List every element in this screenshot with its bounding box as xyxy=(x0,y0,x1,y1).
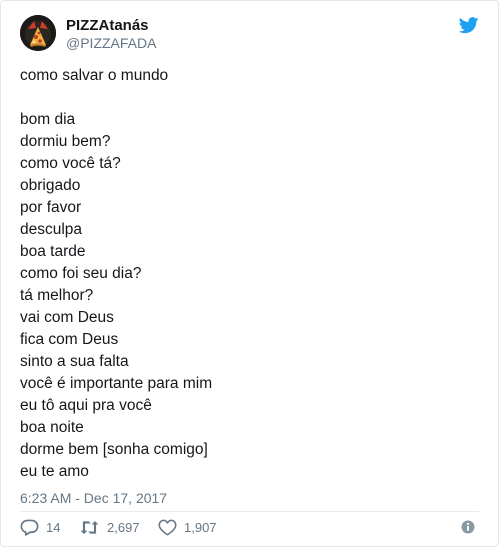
twitter-bird-icon[interactable] xyxy=(458,17,479,34)
like-button[interactable]: 1,907 xyxy=(158,517,217,537)
avatar[interactable] xyxy=(20,15,56,51)
like-count: 1,907 xyxy=(184,519,217,535)
tweet-header: PIZZAtanás @PIZZAFADA xyxy=(20,15,479,55)
reply-icon xyxy=(20,519,39,536)
tweet-card: PIZZAtanás @PIZZAFADA como salvar o mund… xyxy=(0,0,499,547)
reply-button[interactable]: 14 xyxy=(20,517,60,537)
reply-count: 14 xyxy=(46,519,61,535)
retweet-icon xyxy=(80,520,99,534)
info-icon[interactable] xyxy=(461,520,475,534)
tweet-actions: 14 2,697 1,907 xyxy=(20,517,479,537)
tweet-timestamp[interactable]: 6:23 AM - Dec 17, 2017 xyxy=(20,490,167,506)
tweet-text: como salvar o mundo bom dia dormiu bem? … xyxy=(20,67,213,480)
retweet-count: 2,697 xyxy=(107,519,140,535)
divider xyxy=(20,511,479,512)
user-handle[interactable]: @PIZZAFADA xyxy=(66,35,156,51)
heart-icon xyxy=(158,519,177,535)
display-name[interactable]: PIZZAtanás xyxy=(66,17,149,34)
retweet-button[interactable]: 2,697 xyxy=(79,517,140,537)
pizza-demon-avatar-image xyxy=(20,15,56,51)
